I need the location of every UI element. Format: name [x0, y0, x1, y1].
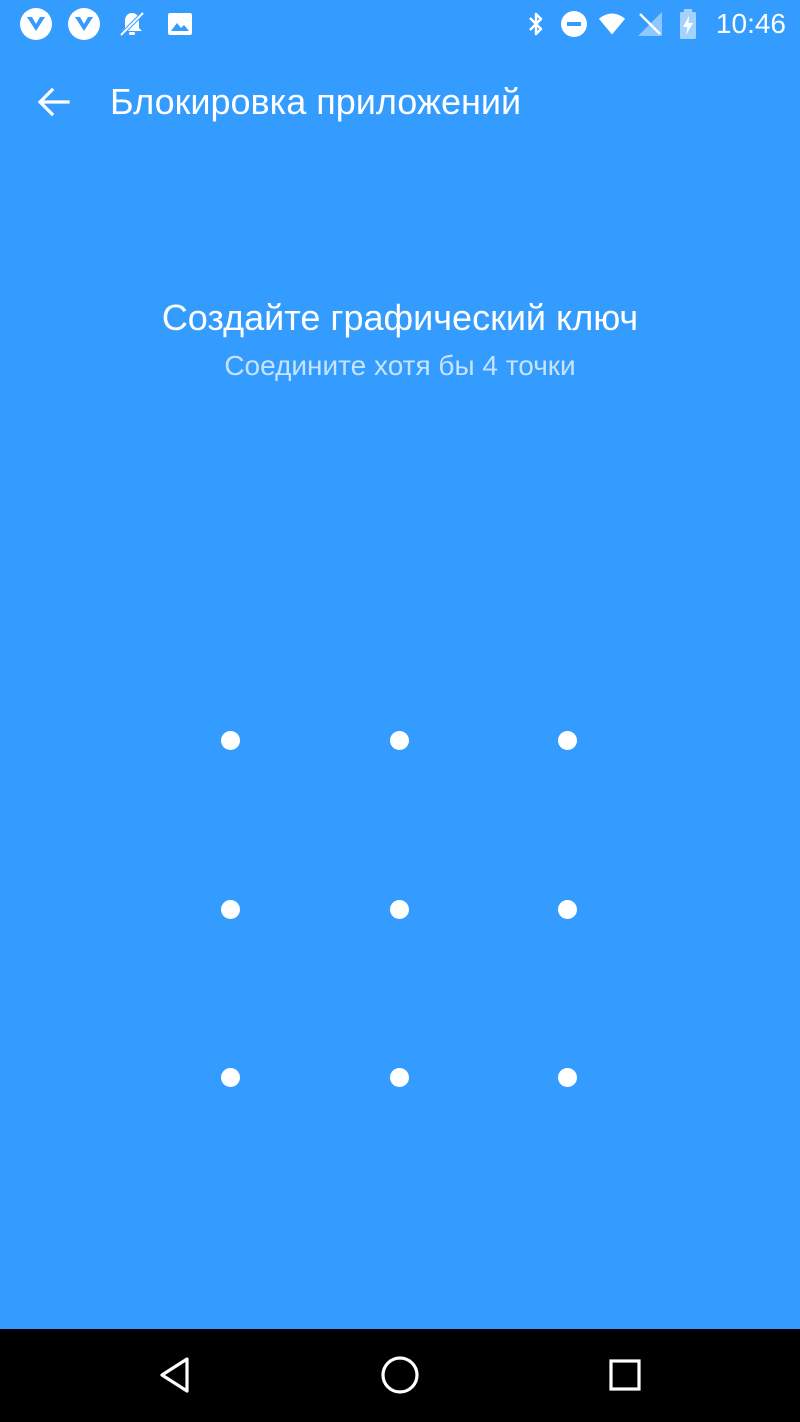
dot	[220, 1067, 240, 1087]
nav-recents-button[interactable]	[593, 1343, 657, 1407]
dot	[557, 730, 577, 750]
wifi-icon	[598, 10, 626, 38]
page-title: Блокировка приложений	[110, 81, 522, 122]
app-lock-screen: 10:46 Блокировка приложений Создайте гра…	[0, 0, 800, 1422]
nav-back-button[interactable]	[144, 1343, 208, 1407]
home-circle-icon	[381, 1356, 419, 1394]
pattern-dot-3[interactable]	[483, 656, 651, 824]
do-not-disturb-icon	[560, 10, 588, 38]
status-bar: 10:46	[0, 0, 800, 48]
notification-icons	[18, 6, 198, 42]
dot	[557, 899, 577, 919]
pattern-heading: Создайте графический ключ	[161, 297, 639, 338]
notification-off-icon	[114, 6, 150, 42]
bluetooth-icon	[522, 10, 550, 38]
nav-home-button[interactable]	[368, 1343, 432, 1407]
app-notification-icon	[18, 6, 54, 42]
arrow-back-icon	[37, 87, 70, 117]
image-icon	[162, 6, 198, 42]
system-status-icons: 10:46	[522, 4, 786, 44]
pattern-dot-9[interactable]	[483, 993, 651, 1161]
pattern-dot-2[interactable]	[315, 656, 483, 824]
pattern-dot-6[interactable]	[483, 825, 651, 993]
dot	[557, 1067, 577, 1087]
app-notification-icon	[66, 6, 102, 42]
pattern-lock-grid[interactable]	[146, 656, 654, 1162]
back-triangle-icon	[160, 1357, 189, 1393]
battery-charging-icon	[674, 9, 702, 39]
dot	[220, 730, 240, 750]
pattern-dot-5[interactable]	[315, 825, 483, 993]
pattern-dot-4[interactable]	[146, 825, 314, 993]
recents-square-icon	[609, 1359, 641, 1391]
toolbar: Блокировка приложений	[0, 48, 800, 156]
pattern-dot-8[interactable]	[315, 993, 483, 1161]
dot	[389, 730, 409, 750]
system-navigation-bar	[0, 1329, 800, 1422]
pattern-dot-7[interactable]	[146, 993, 314, 1161]
pattern-hint: Соедините хотя бы 4 точки	[224, 350, 576, 381]
dot	[389, 1067, 409, 1087]
no-signal-icon	[636, 10, 664, 38]
dot	[220, 899, 240, 919]
pattern-dot-1[interactable]	[146, 656, 314, 824]
clock: 10:46	[715, 8, 786, 39]
dot	[389, 899, 409, 919]
back-button[interactable]	[22, 70, 86, 134]
